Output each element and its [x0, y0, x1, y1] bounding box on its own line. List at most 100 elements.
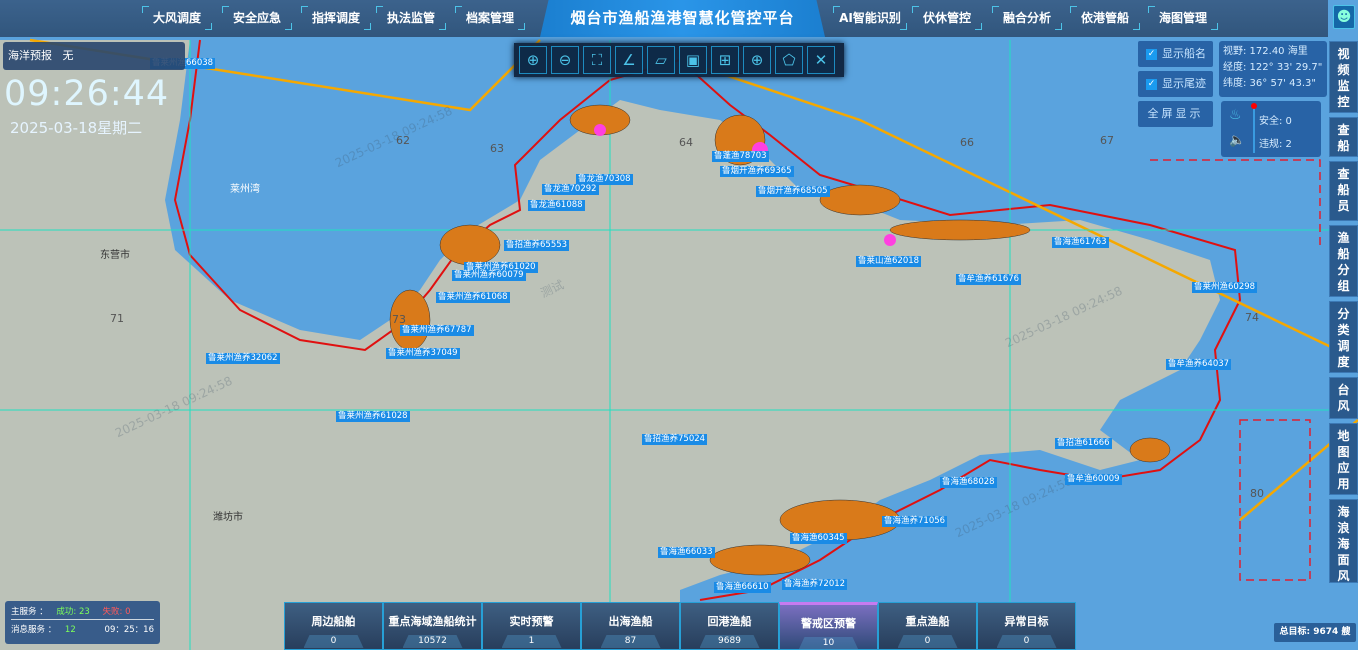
- stat-nearby-ships[interactable]: 周边船舶 0: [284, 602, 383, 650]
- vessel-label[interactable]: 鲁莱州渔养61068: [436, 292, 510, 303]
- vessel-label[interactable]: 鲁莱州渔养60079: [452, 270, 526, 281]
- checkbox-icon[interactable]: ✓: [1146, 48, 1157, 60]
- vessel-label[interactable]: 鲁招渔养65553: [504, 240, 570, 251]
- fail-count: 失败: 0: [102, 607, 131, 617]
- stat-ships-at-sea[interactable]: 出海渔船 87: [581, 602, 680, 650]
- vessel-label[interactable]: 鲁海渔养72012: [782, 579, 848, 590]
- stat-key-ships[interactable]: 重点渔船 0: [878, 602, 977, 650]
- vessel-label[interactable]: 鲁招渔养75024: [642, 434, 708, 445]
- grid-number: 74: [1245, 311, 1259, 324]
- stat-abnormal-targets[interactable]: 异常目标 0: [977, 602, 1076, 650]
- nav-port-management[interactable]: 依港管船: [1070, 6, 1140, 30]
- vessel-label[interactable]: 鲁蓬渔78703: [712, 151, 769, 162]
- vessel-label[interactable]: 鲁烟开渔养69365: [720, 166, 794, 177]
- vessel-label[interactable]: 鲁烟开渔养68505: [756, 186, 830, 197]
- stat-alert-zone-warning[interactable]: 警戒区预警 10: [779, 602, 878, 650]
- stat-label: 重点海域渔船统计: [388, 615, 477, 628]
- clear-icon[interactable]: ✕: [807, 46, 835, 74]
- alarm-light-icon[interactable]: ♨: [1229, 107, 1242, 123]
- vessel-label[interactable]: 鲁莱州渔养32062: [206, 353, 280, 364]
- view-info-panel: 视野: 172.40 海里 经度: 122° 33' 29.7" 纬度: 36°…: [1219, 41, 1327, 97]
- vessel-label[interactable]: 鲁牟渔养64037: [1166, 359, 1232, 370]
- zoom-out-icon[interactable]: ⊖: [551, 46, 579, 74]
- message-count: 12: [64, 625, 76, 635]
- vessel-label[interactable]: 鲁海渔66610: [714, 582, 771, 593]
- vessel-label[interactable]: 鲁招渔61666: [1055, 438, 1112, 449]
- ruler-icon[interactable]: ▱: [647, 46, 675, 74]
- vessel-label[interactable]: 鲁牟渔养61676: [956, 274, 1022, 285]
- vessel-label[interactable]: 鲁海渔60345: [790, 533, 847, 544]
- vessel-label[interactable]: 鲁莱州渔养61028: [336, 411, 410, 422]
- grid-number: 66: [960, 136, 974, 149]
- stat-ships-in-port[interactable]: 回港渔船 9689: [680, 602, 779, 650]
- side-wave-wind[interactable]: 海浪海面风: [1329, 499, 1358, 583]
- nav-archive[interactable]: 档案管理: [455, 6, 525, 30]
- nav-fishing-moratorium[interactable]: 伏休管控: [912, 6, 982, 30]
- longitude: 经度: 122° 33' 29.7": [1223, 62, 1323, 73]
- stat-key-area-ships[interactable]: 重点海域渔船统计 10572: [383, 602, 482, 650]
- vessel-label[interactable]: 鲁莱州渔60298: [1192, 282, 1258, 293]
- vessel-label[interactable]: 鲁海渔68028: [940, 477, 997, 488]
- stat-value: 10: [798, 637, 859, 650]
- side-search-crew[interactable]: 查船员: [1329, 161, 1358, 221]
- vessel-label[interactable]: 鲁牟渔60009: [1065, 474, 1122, 485]
- grid-number: 64: [679, 136, 693, 149]
- page-title: 烟台市渔船渔港智慧化管控平台: [540, 0, 825, 37]
- stat-label: 周边船舶: [311, 615, 356, 628]
- zoom-in-icon[interactable]: ⊕: [519, 46, 547, 74]
- place-label: 潍坊市: [213, 512, 243, 523]
- full-extent-icon[interactable]: ⛶: [583, 46, 611, 74]
- vessel-label[interactable]: 鲁莱山渔62018: [856, 256, 922, 267]
- nav-ai-recognition[interactable]: AI智能识别: [833, 6, 907, 30]
- measure-line-icon[interactable]: ∠: [615, 46, 643, 74]
- show-track-toggle[interactable]: ✓ 显示尾迹: [1138, 71, 1213, 97]
- stat-value: 0: [303, 635, 364, 648]
- nav-chart-management[interactable]: 海图管理: [1148, 6, 1218, 30]
- vessel-label[interactable]: 鲁海渔养71056: [882, 516, 948, 527]
- speaker-icon[interactable]: 🔈: [1229, 133, 1245, 148]
- side-typhoon[interactable]: 台风: [1329, 377, 1358, 419]
- main-service-label: 主服务 ：: [11, 607, 48, 617]
- clock-time: 09:26:44: [4, 74, 170, 114]
- map-toolbar: ⊕ ⊖ ⛶ ∠ ▱ ▣ ⊞ ⊕ ⬠ ✕: [514, 43, 844, 77]
- stat-label: 实时预警: [509, 615, 554, 628]
- nav-fusion-analysis[interactable]: 融合分析: [992, 6, 1062, 30]
- side-map-application[interactable]: 地图应用: [1329, 423, 1358, 495]
- stat-label: 重点渔船: [905, 615, 950, 628]
- statistics-bar: 周边船舶 0 重点海域渔船统计 10572 实时预警 1 出海渔船 87 回港渔船 968…: [284, 602, 1076, 650]
- side-video-monitor[interactable]: 视频监控: [1329, 41, 1358, 113]
- side-search-ship[interactable]: 查船: [1329, 117, 1358, 157]
- stat-value: 87: [600, 635, 661, 648]
- clock-date: 2025-03-18星期二: [10, 119, 143, 137]
- nav-command-dispatch[interactable]: 指挥调度: [301, 6, 371, 30]
- vessel-label[interactable]: 鲁龙渔70292: [542, 184, 599, 195]
- stat-value: 0: [897, 635, 958, 648]
- forecast-value: 无: [62, 49, 74, 62]
- nav-safety-emergency[interactable]: 安全应急: [222, 6, 292, 30]
- grid-number: 80: [1250, 487, 1264, 500]
- vessel-label[interactable]: 鲁海渔61763: [1052, 237, 1109, 248]
- side-ship-group[interactable]: 渔船分组: [1329, 225, 1358, 297]
- vessel-label[interactable]: 鲁莱州渔养37049: [386, 348, 460, 359]
- add-point-icon[interactable]: ⊞: [711, 46, 739, 74]
- checkbox-icon[interactable]: ✓: [1146, 78, 1157, 90]
- stat-realtime-warning[interactable]: 实时预警 1: [482, 602, 581, 650]
- success-count: 成功: 23: [56, 607, 90, 617]
- nav-gale-dispatch[interactable]: 大风调度: [142, 6, 212, 30]
- circle-select-icon[interactable]: ⊕: [743, 46, 771, 74]
- nav-law-enforcement[interactable]: 执法监管: [376, 6, 446, 30]
- side-category-dispatch[interactable]: 分类调度: [1329, 301, 1358, 373]
- polygon-select-icon[interactable]: ⬠: [775, 46, 803, 74]
- select-rect-icon[interactable]: ▣: [679, 46, 707, 74]
- vessel-label[interactable]: 鲁莱州渔养67787: [400, 325, 474, 336]
- total-targets: 总目标: 9674 艘: [1274, 623, 1356, 642]
- vessel-label[interactable]: 鲁龙渔61088: [528, 200, 585, 211]
- show-ship-name-toggle[interactable]: ✓ 显示船名: [1138, 41, 1213, 67]
- fullscreen-button[interactable]: 全屏显示: [1138, 101, 1213, 127]
- vessel-label[interactable]: 鲁海渔66033: [658, 547, 715, 558]
- stat-value: 0: [996, 635, 1057, 648]
- user-icon[interactable]: ☻: [1333, 5, 1355, 29]
- ocean-forecast[interactable]: 海洋预报 无: [3, 42, 185, 70]
- view-range: 视野: 172.40 海里: [1223, 46, 1308, 57]
- stat-value: 1: [501, 635, 562, 648]
